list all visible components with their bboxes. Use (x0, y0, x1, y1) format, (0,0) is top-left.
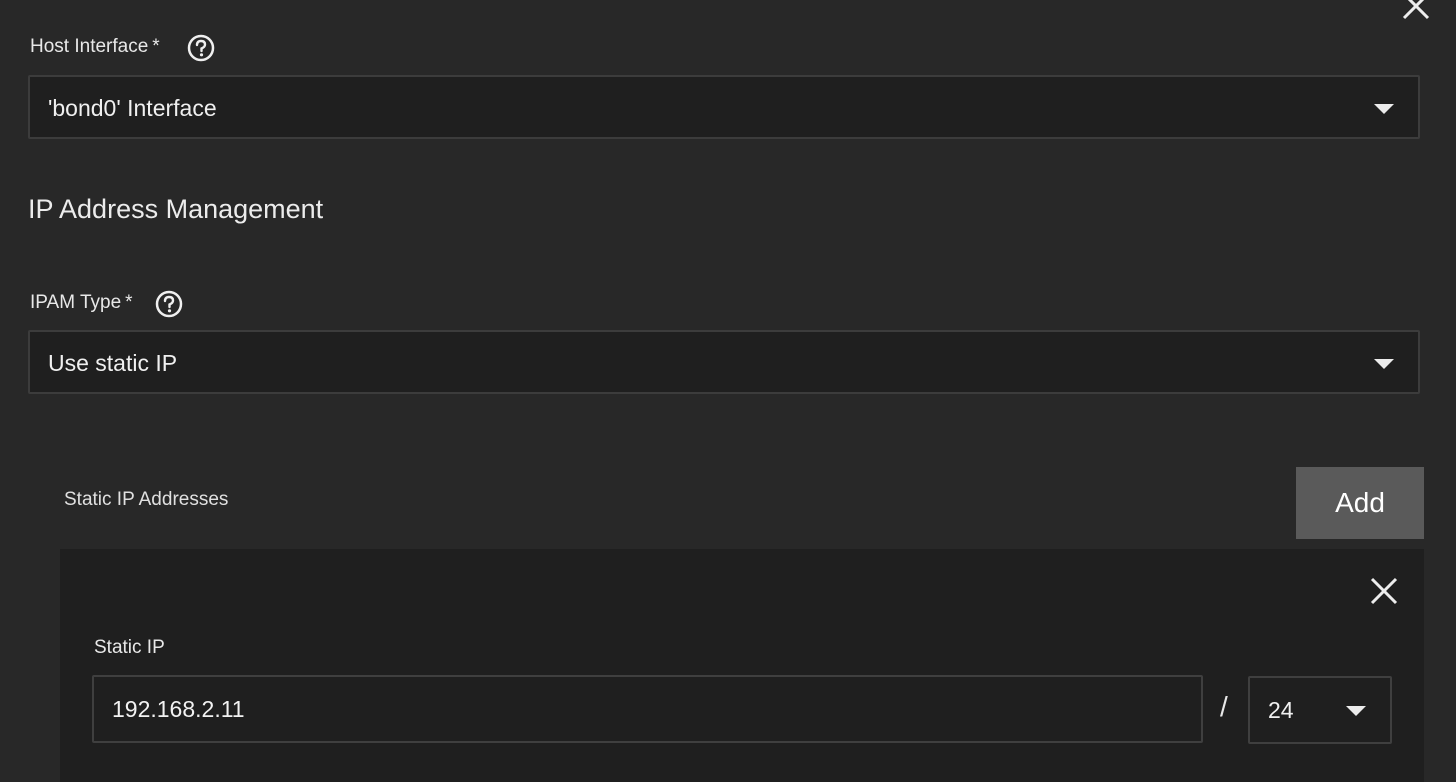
host-interface-select[interactable]: 'bond0' Interface (28, 75, 1420, 139)
help-icon[interactable] (186, 33, 216, 63)
caret-down-icon (1374, 359, 1394, 369)
static-ip-item: Static IP / 24 (60, 549, 1424, 782)
required-mark: * (125, 292, 133, 313)
required-mark: * (152, 36, 160, 57)
ipam-type-label-text: IPAM Type (30, 292, 122, 313)
caret-down-icon (1374, 104, 1394, 114)
ipam-section-title: IP Address Management (28, 194, 324, 224)
add-static-ip-button[interactable]: Add (1296, 467, 1424, 539)
caret-down-icon (1346, 706, 1366, 716)
host-interface-label-text: Host Interface (30, 36, 149, 57)
host-interface-label: Host Interface * (30, 36, 160, 58)
ipam-type-select[interactable]: Use static IP (28, 330, 1420, 394)
remove-static-ip-icon[interactable] (1364, 571, 1404, 611)
netmask-value: 24 (1268, 697, 1294, 723)
ipam-type-label: IPAM Type * (30, 292, 133, 314)
static-ip-address-input[interactable] (92, 675, 1203, 743)
ipam-type-value: Use static IP (48, 350, 178, 376)
close-dialog-icon[interactable] (1396, 0, 1436, 26)
netmask-select[interactable]: 24 (1248, 676, 1392, 744)
help-icon[interactable] (154, 289, 184, 319)
dialog-panel: Host Interface * 'bond0' Interface IP Ad… (0, 0, 1456, 782)
static-ip-addresses-label: Static IP Addresses (64, 489, 229, 510)
host-interface-value: 'bond0' Interface (48, 95, 217, 121)
static-ip-label: Static IP (94, 637, 165, 658)
netmask-separator: / (1220, 691, 1228, 722)
